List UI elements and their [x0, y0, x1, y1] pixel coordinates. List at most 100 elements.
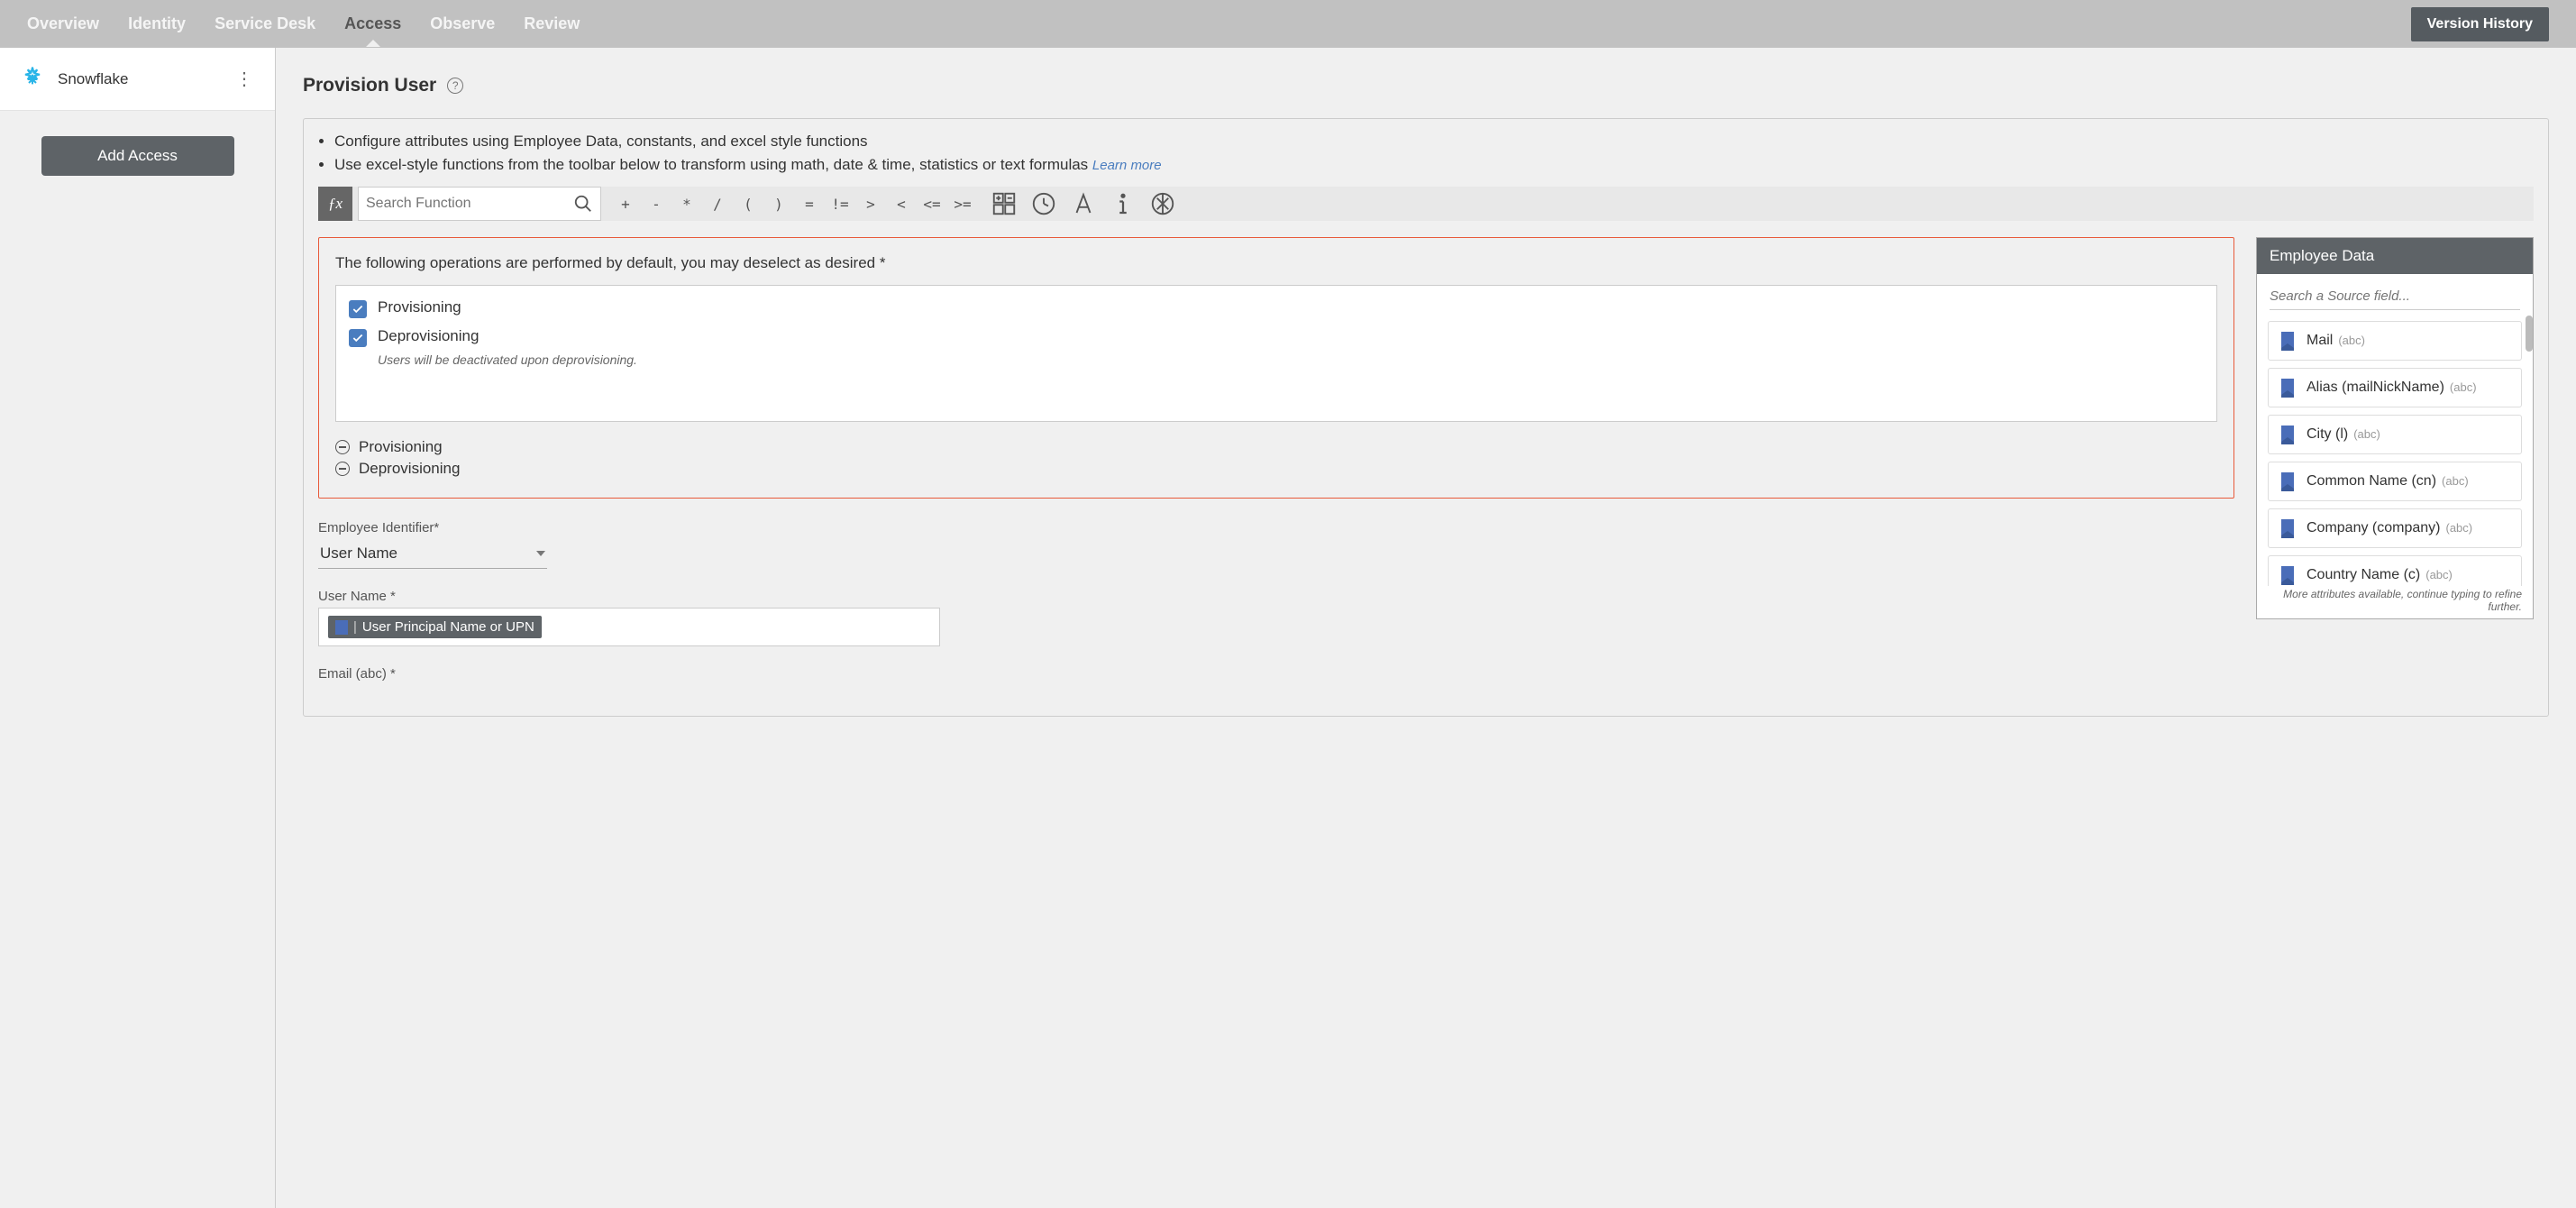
- item-label: City (l): [2307, 426, 2348, 442]
- item-label: Mail: [2307, 333, 2333, 348]
- employee-data-item[interactable]: Common Name (cn)(abc): [2268, 462, 2522, 501]
- tab-overview[interactable]: Overview: [27, 2, 99, 46]
- function-search-input[interactable]: [366, 196, 573, 212]
- snowflake-icon: [18, 65, 47, 94]
- collapse-label: Provisioning: [359, 438, 443, 456]
- employee-data-item[interactable]: Company (company) (abc): [2268, 508, 2522, 548]
- tab-access[interactable]: Access: [344, 2, 401, 46]
- source-icon: [2279, 425, 2296, 444]
- op-eq[interactable]: =: [794, 187, 825, 221]
- scrollbar[interactable]: [2526, 316, 2533, 352]
- field-employee-identifier: Employee Identifier* User Name: [318, 520, 949, 569]
- select-value: User Name: [320, 545, 397, 563]
- attribute-chip[interactable]: |User Principal Name or UPN: [328, 616, 542, 638]
- field-email: Email (abc) *: [318, 666, 949, 682]
- employee-data-item[interactable]: City (l) (abc): [2268, 415, 2522, 454]
- checkbox-deprovisioning[interactable]: [349, 329, 367, 347]
- top-tabs: Overview Identity Service Desk Access Ob…: [27, 2, 580, 46]
- tab-review[interactable]: Review: [524, 2, 580, 46]
- clock-icon[interactable]: [1030, 190, 1057, 217]
- field-label: Email (abc) *: [318, 666, 949, 682]
- employee-data-search-input[interactable]: [2270, 283, 2520, 310]
- info-icon[interactable]: [1110, 190, 1137, 217]
- op-lte[interactable]: <=: [917, 187, 947, 221]
- op-divide[interactable]: /: [702, 187, 733, 221]
- source-icon: [2279, 471, 2296, 491]
- chevron-down-icon: [536, 551, 545, 556]
- chip-label: User Principal Name or UPN: [362, 619, 534, 635]
- collapse-row-provisioning[interactable]: Provisioning: [335, 438, 2217, 456]
- config-panel: Configure attributes using Employee Data…: [303, 118, 2549, 717]
- add-access-button[interactable]: Add Access: [41, 136, 234, 176]
- employee-identifier-select[interactable]: User Name: [318, 539, 547, 569]
- field-label: User Name *: [318, 589, 949, 604]
- employee-data-item[interactable]: Mail (abc): [2268, 321, 2522, 361]
- item-type: (abc): [2338, 334, 2365, 347]
- topbar: Overview Identity Service Desk Access Ob…: [0, 0, 2576, 48]
- op-gte[interactable]: >=: [947, 187, 978, 221]
- collapse-label: Deprovisioning: [359, 460, 460, 478]
- employee-data-panel: Employee Data Mail (abc) Alias (mailNickN…: [2256, 237, 2534, 619]
- search-icon[interactable]: [573, 194, 593, 214]
- operator-buttons: + - * / ( ) = != > < <= >=: [610, 187, 978, 221]
- item-type: (abc): [2450, 380, 2477, 394]
- collapse-row-deprovisioning[interactable]: Deprovisioning: [335, 460, 2217, 478]
- employee-data-footer: More attributes available, continue typi…: [2257, 586, 2533, 618]
- collapse-icon[interactable]: [335, 440, 350, 454]
- sidebar-app-name: Snowflake: [58, 70, 221, 88]
- deprovisioning-note: Users will be deactivated upon deprovisi…: [378, 352, 2204, 367]
- function-toolbar: ƒx + - * / ( ) = != > < <= >=: [318, 187, 2534, 221]
- instructions-list: Configure attributes using Employee Data…: [318, 130, 2534, 176]
- sidebar: Snowflake ⋮ Add Access: [0, 48, 276, 1208]
- page-title: Provision User: [303, 75, 436, 96]
- tab-observe[interactable]: Observe: [430, 2, 495, 46]
- source-icon: [2279, 565, 2296, 585]
- employee-data-header: Employee Data: [2257, 238, 2533, 274]
- field-label: Employee Identifier*: [318, 520, 949, 535]
- op-neq[interactable]: !=: [825, 187, 855, 221]
- checkbox-label: Deprovisioning: [378, 327, 479, 345]
- source-icon: [2279, 518, 2296, 538]
- text-icon[interactable]: [1070, 190, 1097, 217]
- checkbox-provisioning[interactable]: [349, 300, 367, 318]
- logic-icon[interactable]: [1149, 190, 1176, 217]
- source-icon: [335, 620, 348, 635]
- employee-data-item[interactable]: Country Name (c) (abc): [2268, 555, 2522, 586]
- sidebar-header: Snowflake ⋮: [0, 48, 275, 111]
- item-type: (abc): [2446, 521, 2473, 535]
- source-icon: [2279, 378, 2296, 398]
- user-name-input[interactable]: |User Principal Name or UPN: [318, 608, 940, 646]
- main-content: Provision User ? Configure attributes us…: [276, 48, 2576, 1208]
- tab-service-desk[interactable]: Service Desk: [215, 2, 315, 46]
- op-multiply[interactable]: *: [671, 187, 702, 221]
- op-lparen[interactable]: (: [733, 187, 763, 221]
- operations-description: The following operations are performed b…: [335, 254, 2217, 272]
- item-label: Common Name (cn): [2307, 473, 2436, 489]
- tab-identity[interactable]: Identity: [128, 2, 186, 46]
- version-history-button[interactable]: Version History: [2411, 7, 2549, 41]
- source-icon: [2279, 331, 2296, 351]
- op-gt[interactable]: >: [855, 187, 886, 221]
- item-type: (abc): [2425, 568, 2453, 581]
- help-icon[interactable]: ?: [447, 78, 463, 94]
- item-label: Company (company): [2307, 520, 2441, 535]
- instruction-item: Configure attributes using Employee Data…: [334, 130, 2534, 153]
- op-lt[interactable]: <: [886, 187, 917, 221]
- op-plus[interactable]: +: [610, 187, 641, 221]
- math-icon[interactable]: [991, 190, 1018, 217]
- item-type: (abc): [2353, 427, 2380, 441]
- operations-highlight-box: The following operations are performed b…: [318, 237, 2234, 499]
- checkbox-row-deprovisioning: Deprovisioning: [349, 327, 2204, 347]
- item-label: Alias (mailNickName): [2307, 380, 2444, 395]
- collapse-icon[interactable]: [335, 462, 350, 476]
- item-label: Country Name (c): [2307, 567, 2420, 582]
- operations-box: Provisioning Deprovisioning Users will b…: [335, 285, 2217, 422]
- learn-more-link[interactable]: Learn more: [1092, 158, 1162, 173]
- op-minus[interactable]: -: [641, 187, 671, 221]
- employee-data-item[interactable]: Alias (mailNickName) (abc): [2268, 368, 2522, 407]
- employee-data-list[interactable]: Mail (abc) Alias (mailNickName) (abc) City…: [2257, 316, 2533, 586]
- op-rparen[interactable]: ): [763, 187, 794, 221]
- kebab-menu-icon[interactable]: ⋮: [232, 64, 257, 94]
- checkbox-row-provisioning: Provisioning: [349, 298, 2204, 318]
- fx-button[interactable]: ƒx: [318, 187, 352, 221]
